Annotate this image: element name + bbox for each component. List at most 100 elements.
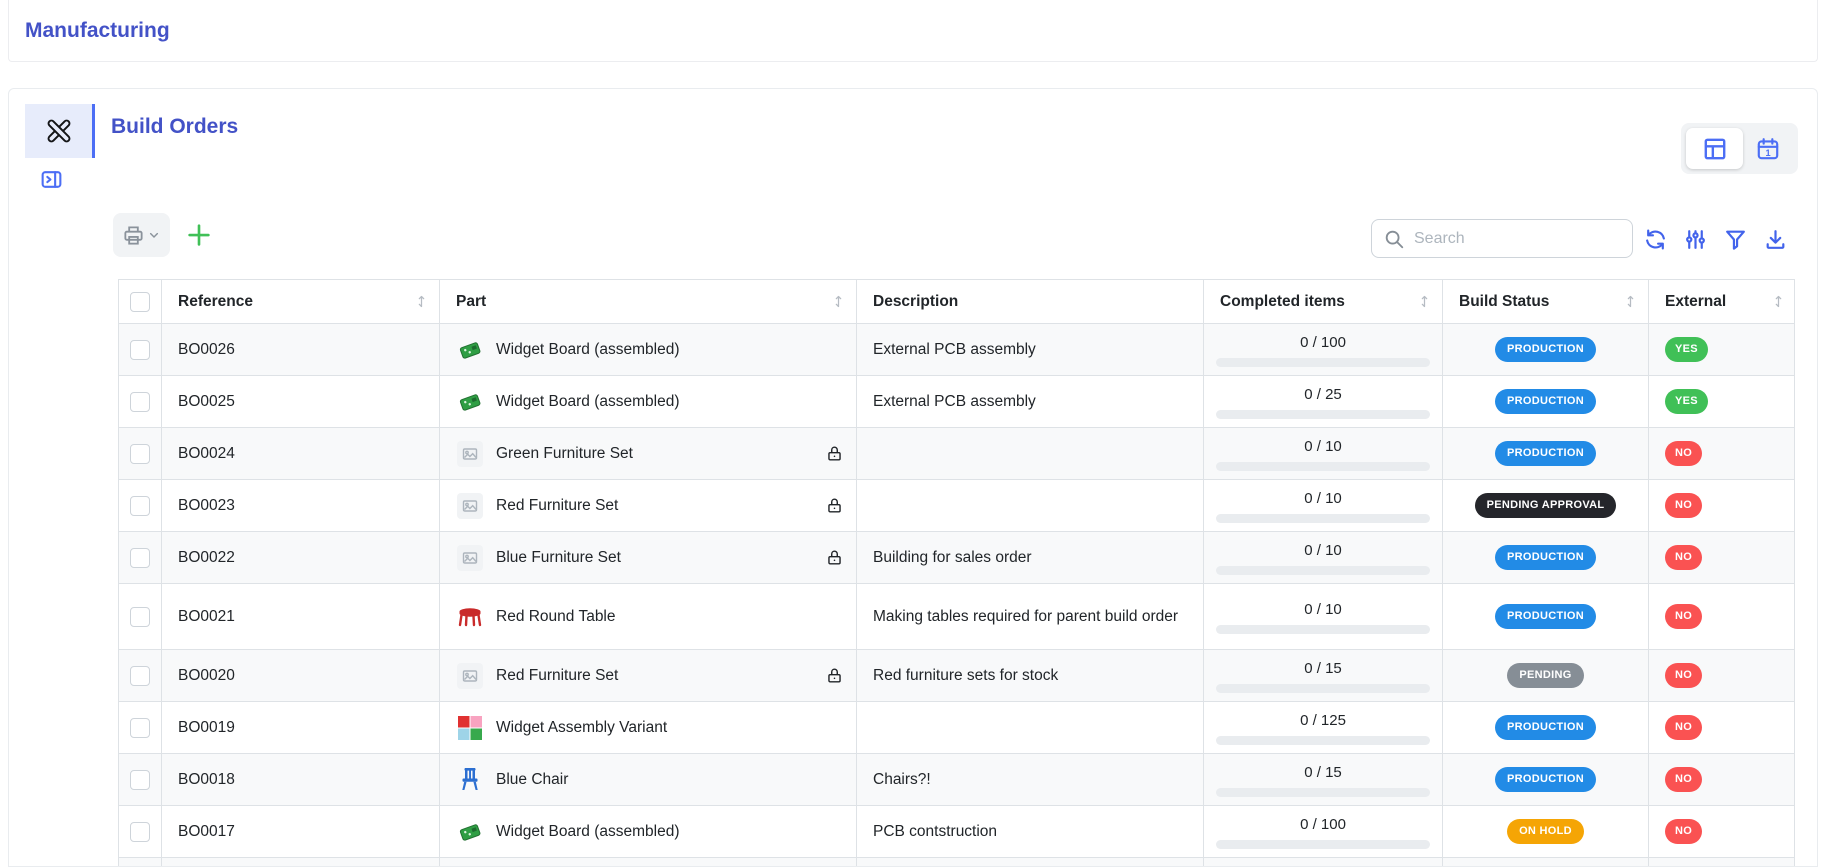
sidebar-collapse-button[interactable] [37, 165, 65, 193]
cell-completed-items: 0 / 100 [1204, 324, 1443, 375]
table-row[interactable]: BO0021Red Round TableMaking tables requi… [119, 584, 1794, 650]
cell-part: Blue Chair [440, 754, 857, 805]
row-checkbox[interactable] [130, 496, 150, 516]
column-settings-button[interactable] [1683, 227, 1708, 252]
external-badge: NO [1665, 715, 1702, 739]
cell-description [857, 702, 1204, 753]
refresh-button[interactable] [1643, 227, 1668, 252]
column-header-completed[interactable]: Completed items [1204, 280, 1443, 323]
build-description: Making tables required for parent build … [873, 606, 1178, 628]
row-checkbox[interactable] [130, 444, 150, 464]
lock-icon [825, 548, 844, 567]
row-checkbox[interactable] [130, 822, 150, 842]
build-reference: BO0025 [178, 391, 235, 413]
cell-completed-items: 0 / 15 [1204, 754, 1443, 805]
cell-external: NO [1649, 702, 1796, 753]
part-thumbnail-blue-chair-icon [456, 766, 484, 794]
external-badge: NO [1665, 819, 1702, 843]
table-view-button[interactable] [1686, 128, 1743, 169]
search-box [1371, 219, 1633, 258]
add-build-order-button[interactable] [184, 220, 214, 250]
cell-description: Building for sales order [857, 532, 1204, 583]
progress-bar [1216, 736, 1430, 745]
chevron-down-icon [146, 227, 162, 243]
cell-part: Widget Assembly Variant [440, 702, 857, 753]
cell-empty [1443, 858, 1649, 867]
cell-empty [1204, 858, 1443, 867]
table-row[interactable]: BO0023Red Furniture Set0 / 10PENDING APP… [119, 480, 1794, 532]
table-view-icon [1702, 136, 1728, 162]
app-breadcrumb-title[interactable]: Manufacturing [25, 19, 170, 43]
print-actions-button[interactable] [113, 213, 170, 257]
sort-icon[interactable] [831, 294, 846, 309]
build-status-badge: PRODUCTION [1495, 767, 1596, 791]
cell-select [119, 806, 162, 857]
search-icon [1383, 228, 1405, 250]
row-checkbox[interactable] [130, 718, 150, 738]
cell-reference: BO0026 [162, 324, 440, 375]
build-reference: BO0018 [178, 769, 235, 791]
sidebar-item-build-orders[interactable] [25, 104, 95, 158]
row-checkbox[interactable] [130, 770, 150, 790]
build-status-badge: PRODUCTION [1495, 604, 1596, 628]
table-row-partial[interactable] [119, 858, 1794, 867]
table-row[interactable]: BO0019Widget Assembly Variant0 / 125PROD… [119, 702, 1794, 754]
cell-part: Widget Board (assembled) [440, 324, 857, 375]
completed-count: 0 / 100 [1300, 332, 1346, 353]
external-badge: YES [1665, 389, 1708, 413]
cell-part: Widget Board (assembled) [440, 376, 857, 427]
download-button[interactable] [1763, 227, 1788, 252]
row-checkbox[interactable] [130, 607, 150, 627]
cell-reference: BO0024 [162, 428, 440, 479]
column-header-reference[interactable]: Reference [162, 280, 440, 323]
column-header-external[interactable]: External [1649, 280, 1796, 323]
lock-icon [825, 666, 844, 685]
table-row[interactable]: BO0020Red Furniture SetRed furniture set… [119, 650, 1794, 702]
cell-empty [440, 858, 857, 867]
calendar-view-button[interactable]: 1 [1743, 128, 1793, 169]
progress-bar [1216, 684, 1430, 693]
cell-select [119, 376, 162, 427]
build-description: PCB contstruction [873, 821, 997, 843]
sort-icon[interactable] [1771, 294, 1786, 309]
cell-description: External PCB assembly [857, 376, 1204, 427]
adjustments-icon [1683, 227, 1708, 252]
sort-icon[interactable] [1623, 294, 1638, 309]
column-header-status[interactable]: Build Status [1443, 280, 1649, 323]
build-status-badge: PENDING APPROVAL [1475, 493, 1617, 517]
build-orders-panel: Build Orders 1 [8, 88, 1818, 867]
completed-count: 0 / 125 [1300, 710, 1346, 731]
part-name: Widget Board (assembled) [496, 339, 680, 361]
select-all-checkbox[interactable] [130, 292, 150, 312]
filter-icon [1723, 227, 1748, 252]
row-checkbox[interactable] [130, 666, 150, 686]
completed-count: 0 / 100 [1300, 814, 1346, 835]
sort-icon[interactable] [1417, 294, 1432, 309]
filter-button[interactable] [1723, 227, 1748, 252]
table-row[interactable]: BO0022Blue Furniture SetBuilding for sal… [119, 532, 1794, 584]
build-reference: BO0023 [178, 495, 235, 517]
column-header-part[interactable]: Part [440, 280, 857, 323]
build-description: External PCB assembly [873, 339, 1036, 361]
row-checkbox[interactable] [130, 548, 150, 568]
table-row[interactable]: BO0025 Widget Board (assembled)External P… [119, 376, 1794, 428]
table-row[interactable]: BO0024Green Furniture Set0 / 10PRODUCTIO… [119, 428, 1794, 480]
sort-icon[interactable] [414, 294, 429, 309]
part-thumbnail-placeholder-icon [456, 492, 484, 520]
build-status-badge: PENDING [1507, 663, 1583, 687]
external-badge: NO [1665, 493, 1702, 517]
cell-select [119, 584, 162, 649]
search-input[interactable] [1371, 219, 1633, 258]
table-row[interactable]: BO0017Widget Board (assembled)PCB contst… [119, 806, 1794, 858]
cell-description: Red furniture sets for stock [857, 650, 1204, 701]
row-checkbox[interactable] [130, 340, 150, 360]
column-label: External [1665, 293, 1726, 311]
row-checkbox[interactable] [130, 392, 150, 412]
table-row[interactable]: BO0026 Widget Board (assembled) External P… [119, 324, 1794, 376]
cell-empty [857, 858, 1204, 867]
cell-external: NO [1649, 754, 1796, 805]
table-action-icons [1643, 227, 1788, 252]
build-status-badge: PRODUCTION [1495, 715, 1596, 739]
build-reference: BO0017 [178, 821, 235, 843]
table-row[interactable]: BO0018Blue ChairChairs?!0 / 15PRODUCTION… [119, 754, 1794, 806]
